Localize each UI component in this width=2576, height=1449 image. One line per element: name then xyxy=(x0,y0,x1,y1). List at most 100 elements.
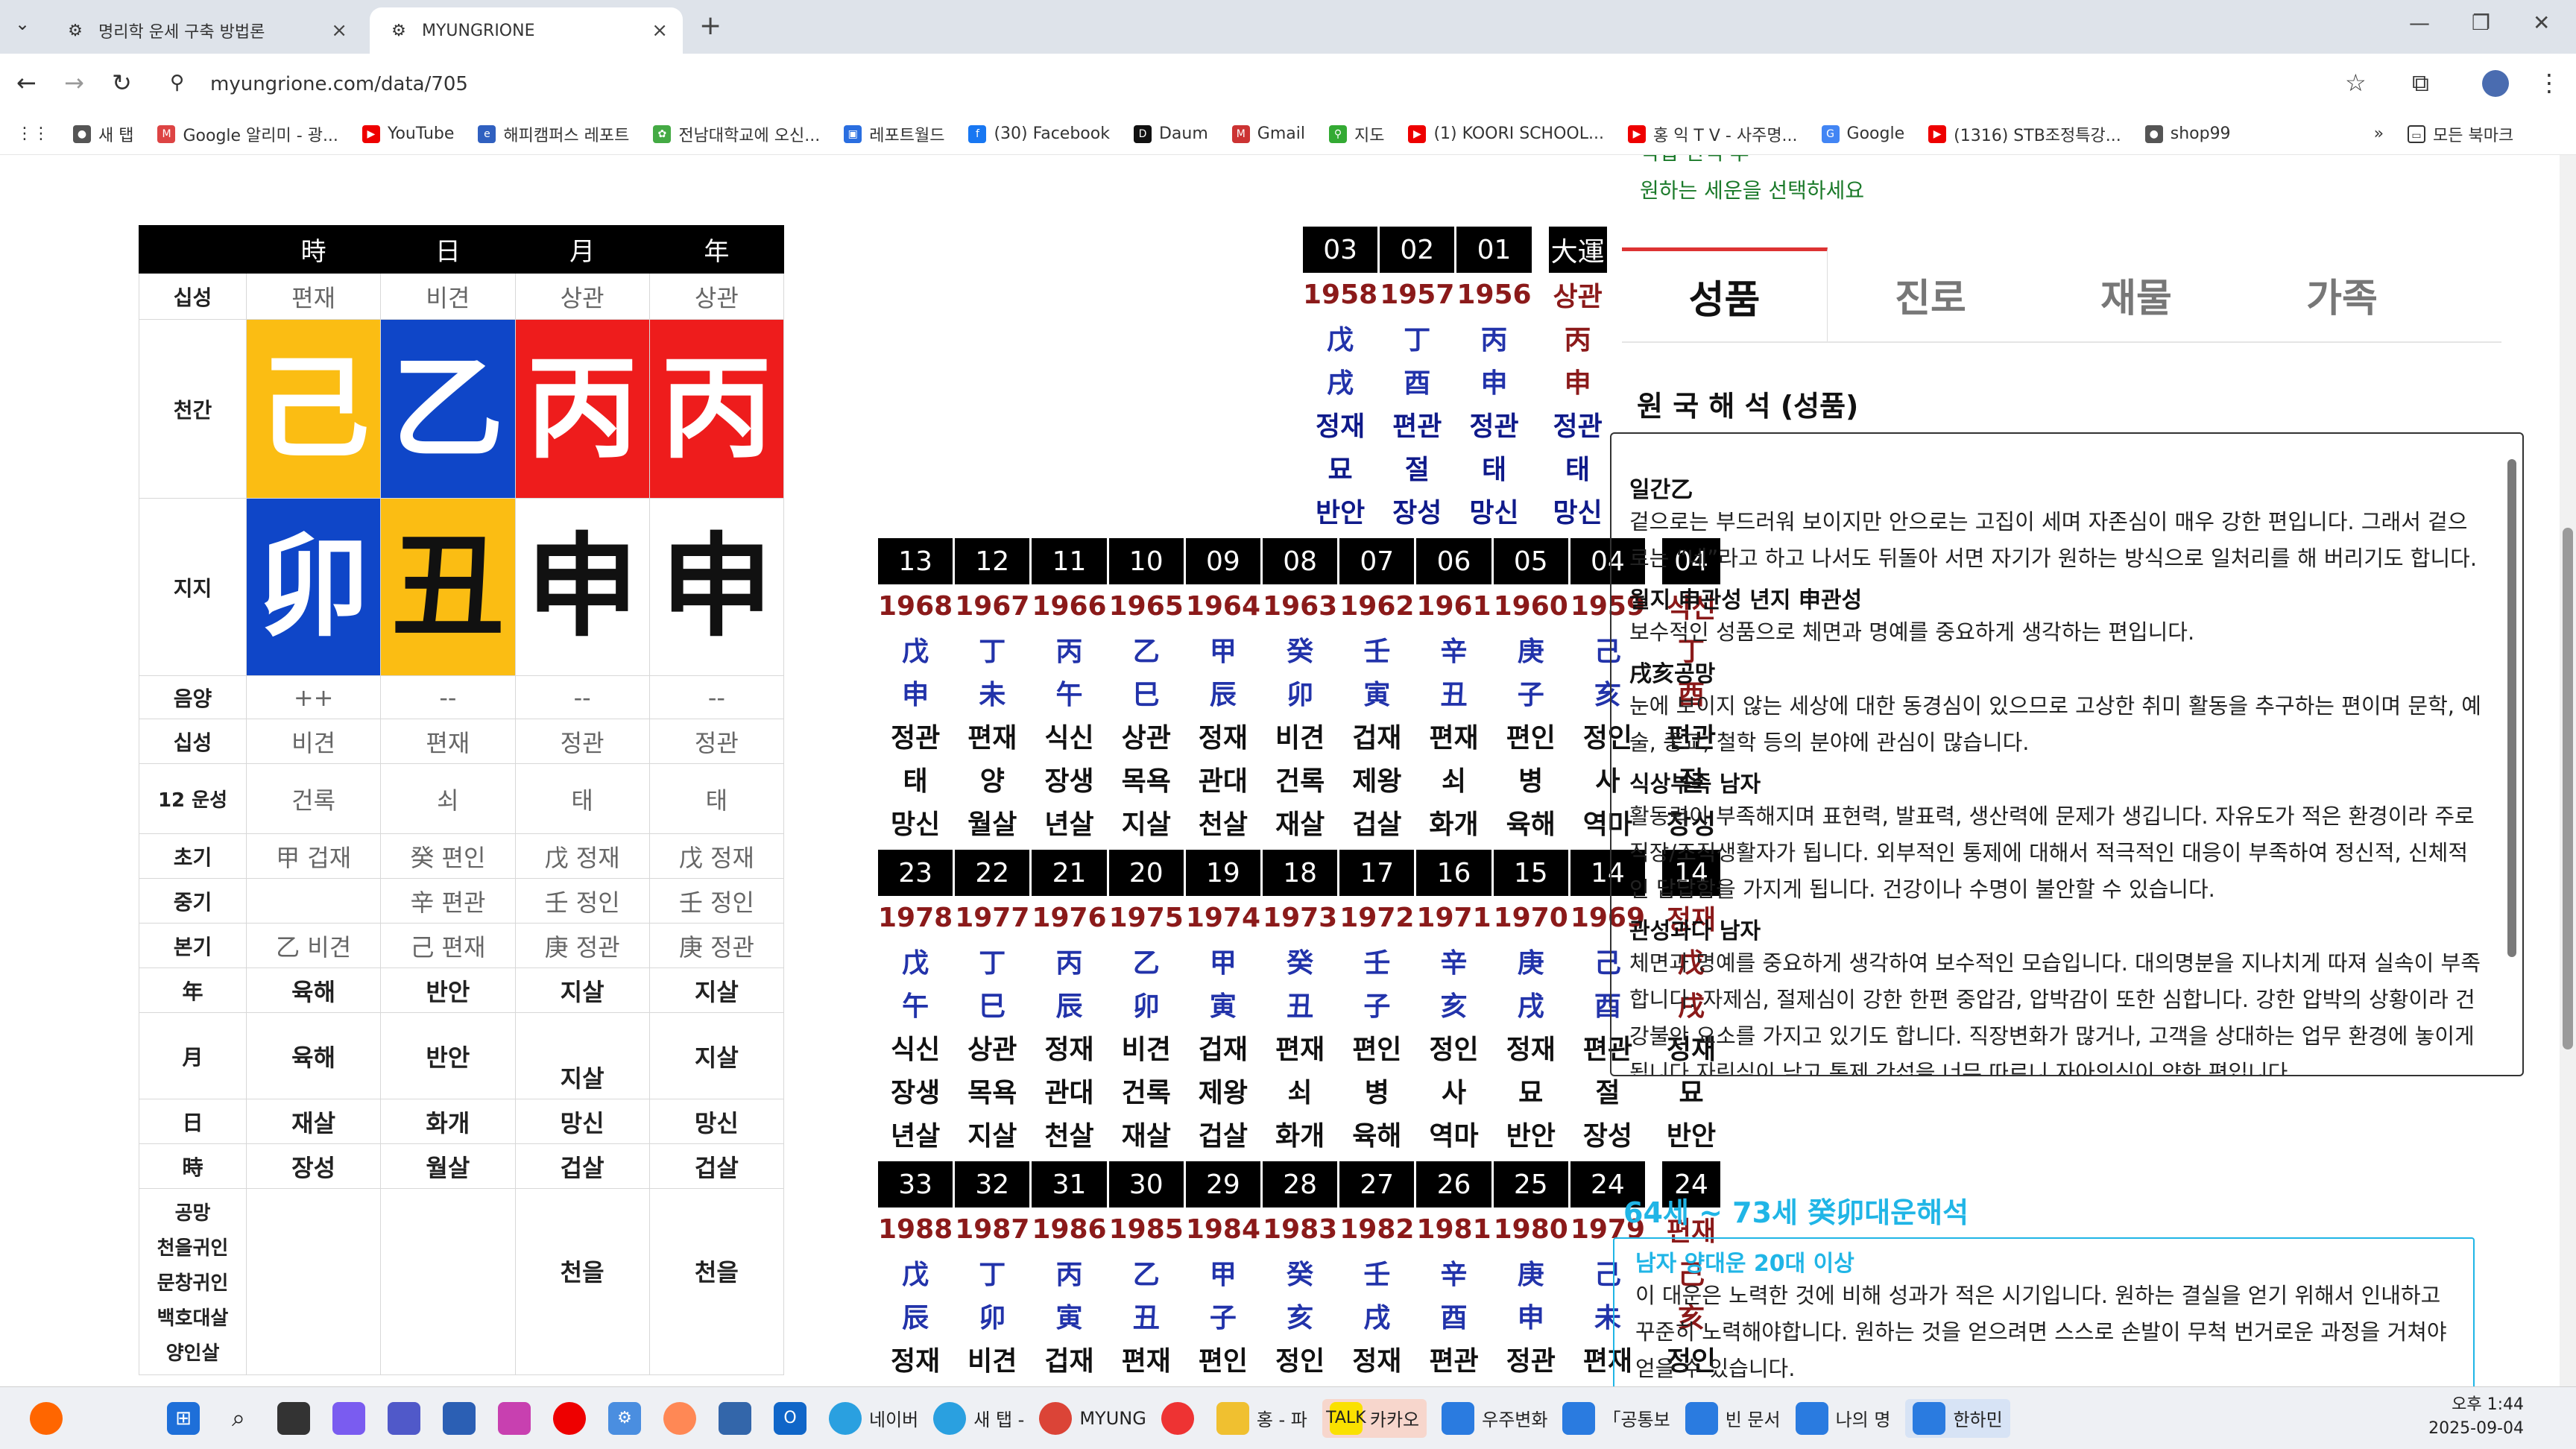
scroll-thumb[interactable] xyxy=(2563,528,2573,1049)
new-tab-button[interactable]: + xyxy=(699,10,722,41)
interpretation-box[interactable]: 일간乙 겉으로는 부드러워 보이지만 안으로는 고집이 세며 자존심이 매우 강… xyxy=(1610,432,2524,1076)
years-cell[interactable]: 1965 xyxy=(1108,584,1186,628)
nums-cell[interactable]: 25 xyxy=(1492,1161,1570,1208)
extensions-icon[interactable]: ⧉ xyxy=(2412,69,2429,98)
taskbar-item[interactable] xyxy=(1161,1401,1202,1435)
teams-icon[interactable] xyxy=(388,1401,428,1435)
start-icon[interactable]: ⊞ xyxy=(167,1401,207,1435)
tab-personality[interactable]: 성품 xyxy=(1622,247,1828,341)
taskview-icon[interactable] xyxy=(277,1401,318,1435)
copilot-icon[interactable] xyxy=(332,1401,373,1435)
interp-scrollbar[interactable] xyxy=(2504,438,2518,1070)
nums-cell[interactable]: 05 xyxy=(1492,538,1570,584)
nums-cell[interactable]: 18 xyxy=(1261,850,1340,896)
bookmark-item[interactable]: D Daum xyxy=(1133,124,1208,143)
bookmark-item[interactable]: ● 새 탭 xyxy=(73,122,133,146)
store-icon[interactable] xyxy=(443,1401,483,1435)
daeun-num[interactable]: 02 xyxy=(1378,227,1457,273)
browser-tab-2[interactable]: ⚙ MYUNGRIONE × xyxy=(370,7,683,54)
avatar[interactable] xyxy=(2482,70,2509,97)
reload-icon[interactable]: ↻ xyxy=(112,69,132,97)
years-cell[interactable]: 1975 xyxy=(1108,896,1186,939)
forward-icon[interactable]: → xyxy=(64,69,84,97)
page-scrollbar[interactable] xyxy=(2560,155,2576,1386)
bookmark-item[interactable]: M Google 알리미 - 광... xyxy=(157,122,338,146)
bookmark-item[interactable]: ⚲ 지도 xyxy=(1328,122,1384,146)
bookmark-item[interactable]: e 해피캠퍼스 레포트 xyxy=(478,122,629,146)
years-cell[interactable]: 1967 xyxy=(953,584,1032,628)
close-window-button[interactable]: ✕ xyxy=(2533,10,2550,35)
years-cell[interactable]: 1972 xyxy=(1338,896,1417,939)
taskbar-item[interactable]: 한하민 xyxy=(1905,1398,2010,1438)
years-cell[interactable]: 1983 xyxy=(1261,1208,1340,1251)
taskbar-item[interactable]: 네이버 xyxy=(829,1401,918,1435)
taskbar-item[interactable]: 우주변화 xyxy=(1442,1401,1547,1435)
years-cell[interactable]: 1960 xyxy=(1492,584,1570,628)
address-bar[interactable]: myungrione.com/data/705 xyxy=(210,73,468,95)
minimize-button[interactable]: — xyxy=(2409,10,2430,35)
nums-cell[interactable]: 30 xyxy=(1108,1161,1186,1208)
nums-cell[interactable]: 28 xyxy=(1261,1161,1340,1208)
years-cell[interactable]: 1986 xyxy=(1030,1208,1109,1251)
nums-cell[interactable]: 19 xyxy=(1184,850,1263,896)
year-cell[interactable]: 1957 xyxy=(1378,273,1457,316)
m365-icon[interactable] xyxy=(498,1401,538,1435)
menu-icon[interactable]: ⋮ xyxy=(2537,69,2561,97)
nums-cell[interactable]: 23 xyxy=(878,850,956,896)
taskbar-item[interactable]: MYUNG xyxy=(1039,1401,1146,1435)
years-cell[interactable]: 1964 xyxy=(1184,584,1263,628)
nums-cell[interactable]: 27 xyxy=(1338,1161,1417,1208)
bookmark-item[interactable]: f (30) Facebook xyxy=(968,124,1110,143)
close-icon[interactable]: × xyxy=(331,19,347,42)
bookmark-item[interactable]: ● shop99 xyxy=(2144,124,2231,143)
site-info-icon[interactable]: ⚲ xyxy=(170,72,184,94)
bookmark-item[interactable]: ▣ 레포트월드 xyxy=(844,122,944,146)
taskbar-item[interactable]: 새 탭 - xyxy=(933,1401,1024,1435)
bookmark-item[interactable]: ▶ 홍 익 T V - 사주명... xyxy=(1627,122,1798,146)
restore-button[interactable]: ❐ xyxy=(2472,10,2490,35)
years-cell[interactable]: 1980 xyxy=(1492,1208,1570,1251)
years-cell[interactable]: 1982 xyxy=(1338,1208,1417,1251)
search-icon[interactable]: ⌕ xyxy=(222,1402,262,1435)
nums-cell[interactable]: 10 xyxy=(1108,538,1186,584)
years-cell[interactable]: 1973 xyxy=(1261,896,1340,939)
daeun-num[interactable]: 大運 xyxy=(1547,227,1609,273)
taskbar-item[interactable]: TALK 카카오 xyxy=(1322,1398,1427,1438)
nums-cell[interactable]: 29 xyxy=(1184,1161,1263,1208)
taskbar-item[interactable]: 「공통보 xyxy=(1562,1401,1670,1435)
years-cell[interactable]: 1971 xyxy=(1415,896,1494,939)
tab-family[interactable]: 가족 xyxy=(2239,247,2445,341)
nums-cell[interactable]: 16 xyxy=(1415,850,1494,896)
clock[interactable]: 오후 1:44 2025-09-04 xyxy=(2428,1393,2524,1441)
nums-cell[interactable]: 33 xyxy=(878,1161,956,1208)
years-cell[interactable]: 1978 xyxy=(878,896,956,939)
bookmark-item[interactable]: G Google xyxy=(1821,124,1904,143)
nums-cell[interactable]: 31 xyxy=(1030,1161,1109,1208)
close-icon[interactable]: × xyxy=(651,19,668,42)
years-cell[interactable]: 1968 xyxy=(878,584,956,628)
nums-cell[interactable]: 15 xyxy=(1492,850,1570,896)
back-icon[interactable]: ← xyxy=(16,69,37,97)
years-cell[interactable]: 1984 xyxy=(1184,1208,1263,1251)
years-cell[interactable]: 1963 xyxy=(1261,584,1340,628)
year-cell[interactable]: 1956 xyxy=(1455,273,1534,316)
years-cell[interactable]: 1981 xyxy=(1415,1208,1494,1251)
daeun-num[interactable]: 03 xyxy=(1303,227,1380,273)
bookmark-item[interactable]: ▶ YouTube xyxy=(362,124,454,143)
nums-cell[interactable]: 21 xyxy=(1030,850,1109,896)
bookmark-item[interactable]: ▶ (1316) STB조정특강... xyxy=(1928,122,2121,146)
tab-career[interactable]: 진로 xyxy=(1828,247,2033,341)
daeun-box[interactable]: 남자 양대운 20대 이상 이 대운은 노력한 것에 비해 성과가 적은 시기입… xyxy=(1613,1237,2475,1386)
years-cell[interactable]: 1974 xyxy=(1184,896,1263,939)
nums-cell[interactable]: 20 xyxy=(1108,850,1186,896)
years-cell[interactable]: 1985 xyxy=(1108,1208,1186,1251)
all-bookmarks[interactable]: ▭ 모든 북마크 xyxy=(2408,122,2513,146)
nums-cell[interactable]: 17 xyxy=(1338,850,1417,896)
more-bookmarks-icon[interactable]: » xyxy=(2374,124,2384,143)
star-icon[interactable]: ☆ xyxy=(2345,69,2367,97)
daeun-num[interactable]: 01 xyxy=(1455,227,1534,273)
years-cell[interactable]: 1977 xyxy=(953,896,1032,939)
year-cell[interactable]: 1958 xyxy=(1303,273,1380,316)
years-cell[interactable]: 1962 xyxy=(1338,584,1417,628)
bookmark-item[interactable]: ✿ 전남대학교에 오신... xyxy=(653,122,820,146)
